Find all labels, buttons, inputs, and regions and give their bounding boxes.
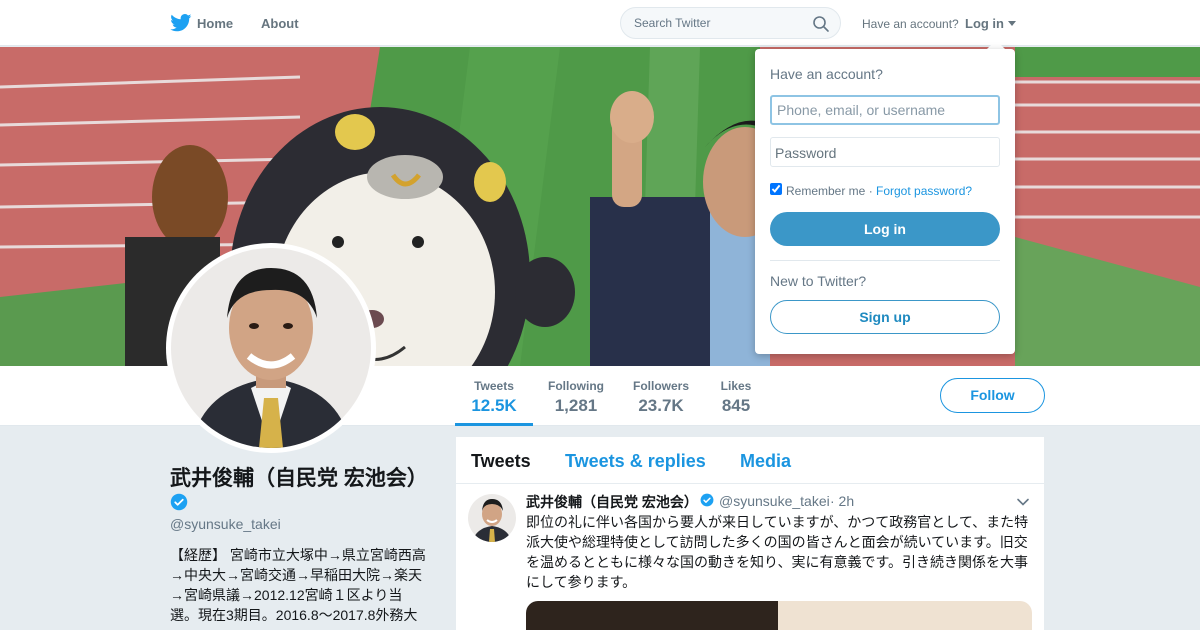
username-input[interactable] xyxy=(770,95,1000,125)
stat-tweets-value[interactable]: 12.5K xyxy=(470,396,518,416)
tweet-avatar-photo xyxy=(468,494,516,542)
stat-tweets[interactable]: Tweets 12.5K xyxy=(470,379,518,416)
profile-handle[interactable]: @syunsuke_takei xyxy=(170,516,281,532)
stat-likes-label[interactable]: Likes xyxy=(718,379,754,393)
tweet-verified-icon xyxy=(700,493,714,507)
profile-avatar[interactable] xyxy=(166,243,376,453)
tweet-author-avatar[interactable] xyxy=(468,494,516,542)
dropdown-title: Have an account? xyxy=(770,66,883,82)
new-to-twitter-text: New to Twitter? xyxy=(770,273,867,289)
stat-followers[interactable]: Followers 23.7K xyxy=(631,379,691,416)
tweet-text-line: 即位の礼に伴い各国から要人が来日していますが、かつて政務官として、また特 xyxy=(526,514,1029,530)
stat-followers-label[interactable]: Followers xyxy=(631,379,691,393)
nav-about-link[interactable]: About xyxy=(261,16,299,31)
follow-button[interactable]: Follow xyxy=(940,378,1045,413)
remember-me-checkbox[interactable] xyxy=(770,183,782,195)
caret-down-icon[interactable] xyxy=(1008,21,1016,26)
signup-button[interactable]: Sign up xyxy=(770,300,1000,334)
login-button[interactable]: Log in xyxy=(770,212,1000,246)
remember-me-label[interactable]: Remember me · xyxy=(786,184,873,198)
nav-home-link[interactable]: Home xyxy=(197,16,233,31)
stat-followers-value[interactable]: 23.7K xyxy=(631,396,691,416)
tweet-text-line: 派大使や総理特使として訪問した多くの国の皆さんと面会が続いています。旧交 xyxy=(526,534,1028,550)
tweet-text-line: を温めるとともに様々な国の動きを知り、実に有意義です。引き続き関係を大事 xyxy=(526,554,1029,570)
tweets-panel: Tweets Tweets & replies Media 武井俊輔（自民党 宏… xyxy=(456,437,1044,630)
bio-line: 【経歴】 宮崎市立大塚中→県立宮崎西高 xyxy=(170,547,426,563)
profile-name[interactable]: 武井俊輔（自民党 宏池会） xyxy=(170,462,428,492)
stat-following-value[interactable]: 1,281 xyxy=(546,396,606,416)
forgot-password-link[interactable]: Forgot password? xyxy=(876,184,972,198)
timeline-tabs: Tweets Tweets & replies Media xyxy=(456,437,1044,484)
login-dropdown-toggle[interactable]: Log in xyxy=(965,16,1004,31)
profile-bio: 【経歴】 宮崎市立大塚中→県立宮崎西高 →中央大→宮崎交通→早稲田大院→楽天 →… xyxy=(170,545,430,625)
tab-tweets-replies[interactable]: Tweets & replies xyxy=(565,451,706,472)
bio-line: →宮崎県議→2012.12宮崎１区より当 xyxy=(170,587,403,603)
tweet-media-image-left[interactable] xyxy=(526,601,778,630)
tweet-media[interactable] xyxy=(526,601,1032,630)
tab-tweets[interactable]: Tweets xyxy=(471,451,531,472)
twitter-bird-icon[interactable] xyxy=(170,14,192,32)
top-navigation-bar: Home About Search Twitter Have an accoun… xyxy=(0,0,1200,46)
search-box[interactable]: Search Twitter xyxy=(620,7,841,39)
dropdown-divider xyxy=(770,260,1000,261)
stat-following-label[interactable]: Following xyxy=(546,379,606,393)
stat-following[interactable]: Following 1,281 xyxy=(546,379,606,416)
stat-likes-value[interactable]: 845 xyxy=(718,396,754,416)
stat-tweets-label[interactable]: Tweets xyxy=(470,379,518,393)
search-placeholder[interactable]: Search Twitter xyxy=(634,16,710,30)
search-icon[interactable] xyxy=(812,15,830,33)
active-stat-underline xyxy=(455,423,533,426)
bio-line: 選。現在3期目。2016.8〜2017.8外務大 xyxy=(170,607,418,623)
password-placeholder[interactable]: Password xyxy=(775,145,836,161)
chevron-down-icon[interactable] xyxy=(1016,495,1030,509)
have-account-text: Have an account? xyxy=(862,17,959,31)
tweet-text-line: にして参ります。 xyxy=(526,574,637,590)
verified-badge-icon xyxy=(170,493,188,511)
bio-line: →中央大→宮崎交通→早稲田大院→楽天 xyxy=(170,567,422,583)
dropdown-arrow xyxy=(987,40,1005,49)
tab-media[interactable]: Media xyxy=(740,451,791,472)
tweet-media-image-right[interactable] xyxy=(778,601,1032,630)
avatar-photo xyxy=(171,248,371,448)
tweet-author-handle[interactable]: @syunsuke_takei xyxy=(719,493,830,509)
tweet-author-name[interactable]: 武井俊輔（自民党 宏池会） xyxy=(526,492,698,512)
tweet-timestamp[interactable]: · 2h xyxy=(830,493,854,509)
login-dropdown: Have an account? Password Remember me · … xyxy=(755,49,1015,354)
tweet-text: 即位の礼に伴い各国から要人が来日していますが、かつて政務官として、また特 派大使… xyxy=(526,512,1034,592)
stat-likes[interactable]: Likes 845 xyxy=(718,379,754,416)
